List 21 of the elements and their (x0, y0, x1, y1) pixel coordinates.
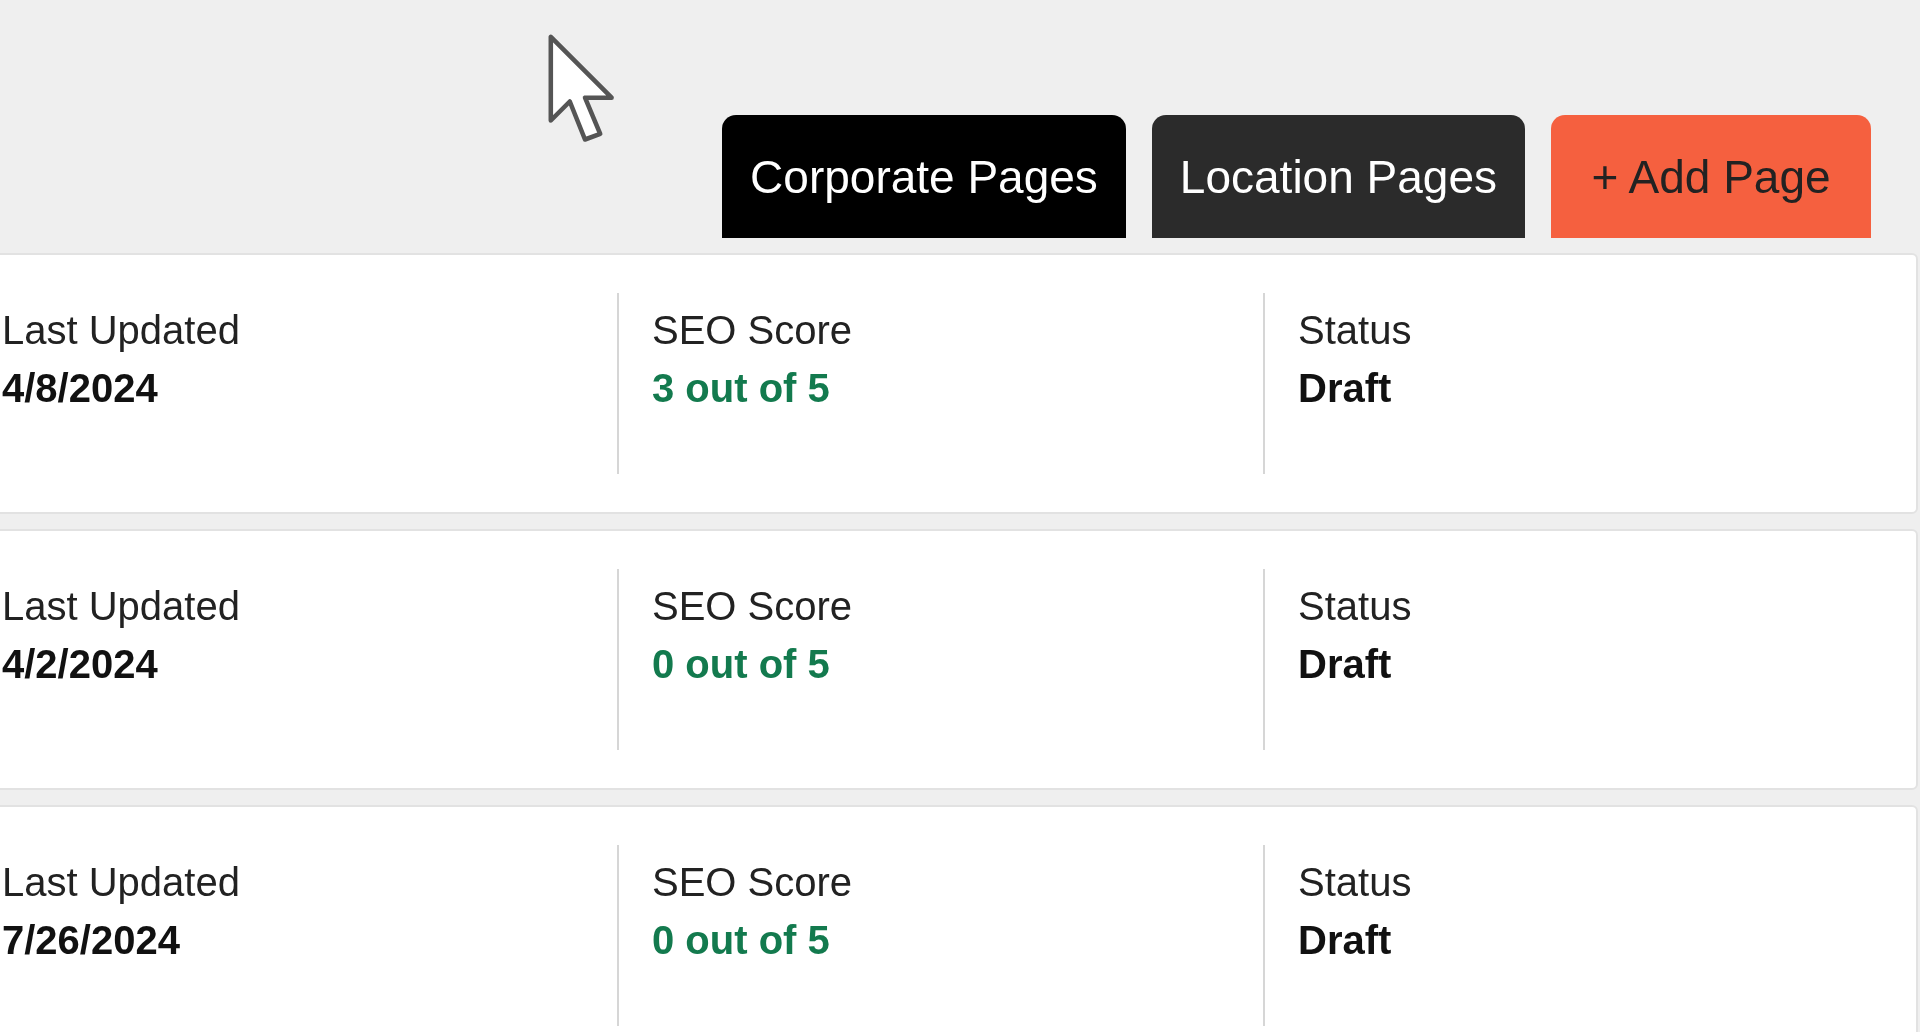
status-label: Status (1298, 859, 1412, 906)
last-updated-date: 4/2/2024 (2, 641, 158, 688)
seo-score-value: 3 out of 5 (652, 365, 830, 412)
last-updated-date: 4/8/2024 (2, 365, 158, 412)
tab[interactable]: Location Pages (1151, 115, 1525, 238)
last-updated-label: Last Updated (2, 307, 240, 354)
last-updated-label: Last Updated (2, 859, 240, 906)
seo-score-label: SEO Score (652, 307, 853, 354)
status-value: Draft (1298, 365, 1392, 412)
last-updated-date: 7/26/2024 (2, 917, 180, 964)
status-value: Draft (1298, 641, 1392, 688)
tab[interactable]: Corporate Pages (722, 115, 1126, 238)
add-page-button[interactable]: + Add Page (1551, 115, 1871, 238)
last-updated-label: Last Updated (2, 583, 240, 630)
seo-score-value: 0 out of 5 (652, 917, 830, 964)
seo-score-label: SEO Score (652, 859, 853, 906)
seo-score-value: 0 out of 5 (652, 641, 830, 688)
status-value: Draft (1298, 917, 1392, 964)
status-label: Status (1298, 307, 1412, 354)
seo-score-label: SEO Score (652, 583, 853, 630)
status-label: Status (1298, 583, 1412, 630)
